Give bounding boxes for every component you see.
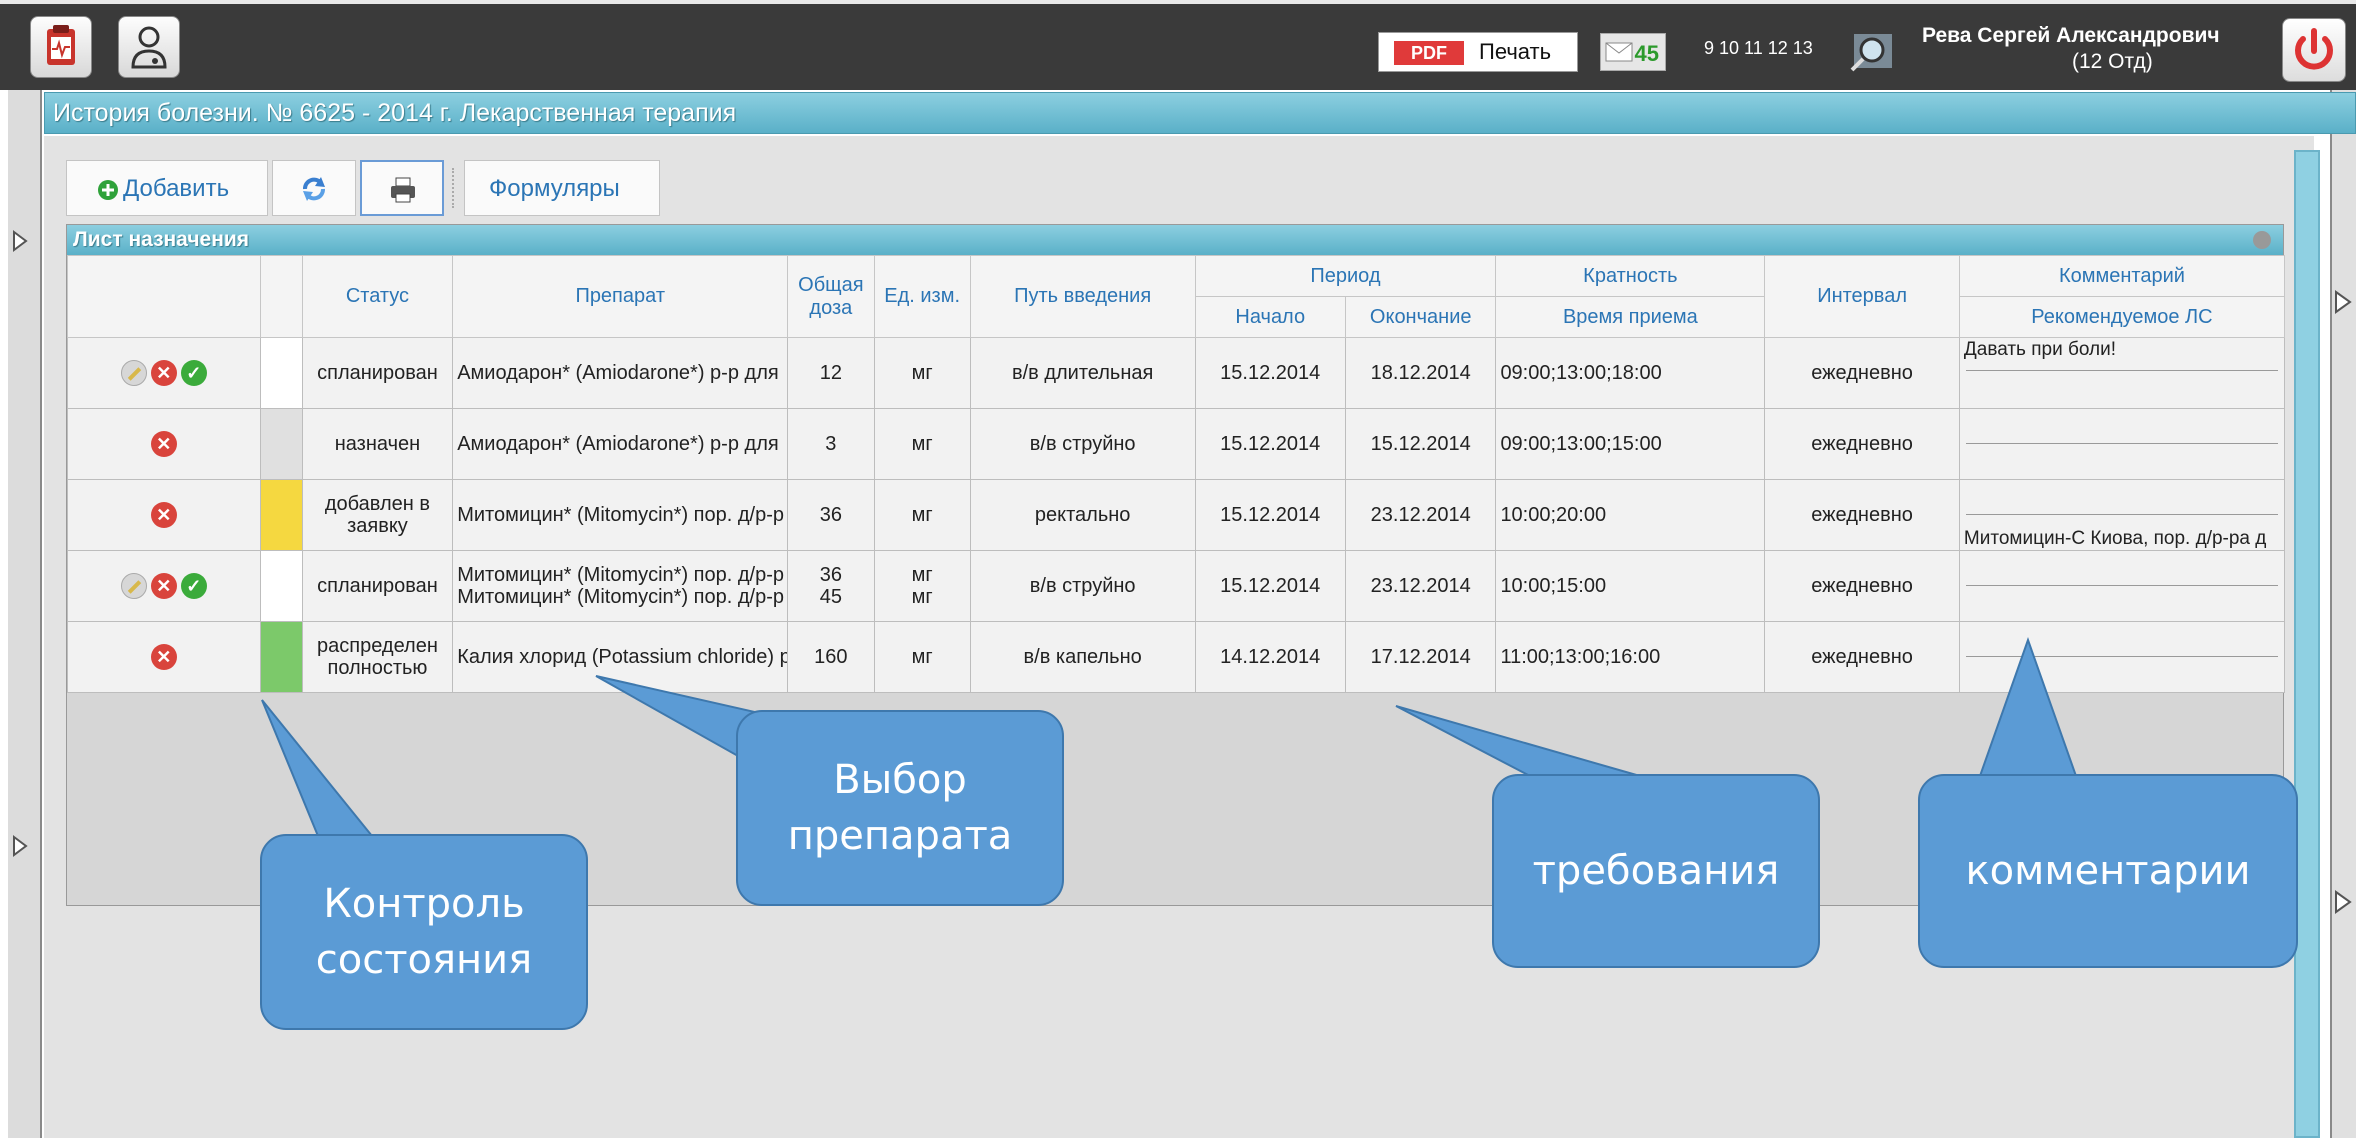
callout-state-control: Контроль состояния xyxy=(260,834,588,1030)
callout-requirements: требования xyxy=(1492,774,1820,968)
callout-comments: комментарии xyxy=(1918,774,2298,968)
callout-drug-choice: Выбор препарата xyxy=(736,710,1064,906)
